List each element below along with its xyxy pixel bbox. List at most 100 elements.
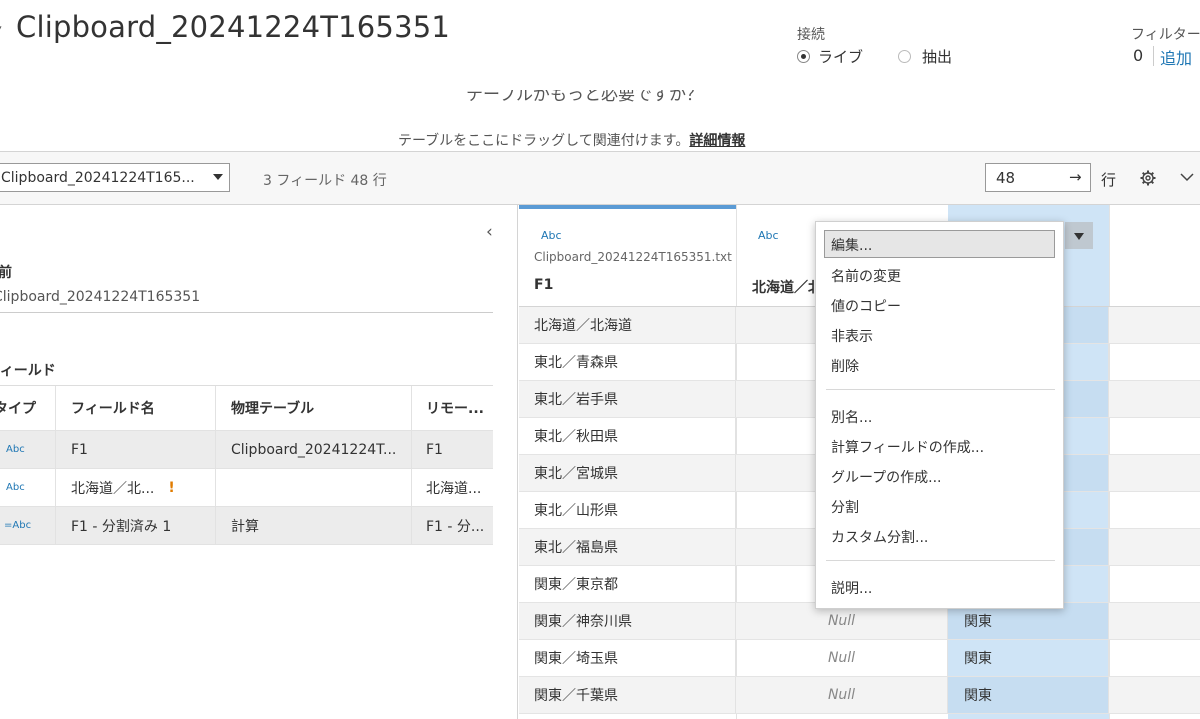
- string-type-icon[interactable]: Abc: [0, 482, 25, 493]
- column-highlight-bar: [519, 205, 736, 209]
- remote-name-cell: F1 - 分...: [426, 518, 485, 535]
- grid-cell[interactable]: 関東: [948, 640, 1109, 676]
- col-header-type[interactable]: タイプ: [0, 386, 56, 430]
- menu-separator: [826, 389, 1055, 390]
- column-name-hokkaido[interactable]: 北海道／北海道: [752, 277, 814, 297]
- fields-table: タイプ フィールド名 物理テーブル リモー... Abc F1 Clipboar…: [0, 385, 493, 545]
- string-type-icon[interactable]: Abc: [0, 444, 25, 455]
- title-menu-icon[interactable]: ▾: [0, 22, 6, 35]
- menu-item-edit[interactable]: 編集...: [824, 230, 1055, 258]
- extract-radio-button[interactable]: [898, 50, 911, 63]
- table-row[interactable]: Abc 北海道／北...! 北海道...: [0, 469, 493, 507]
- menu-item-description[interactable]: 説明...: [824, 573, 1055, 601]
- name-field-underline: [0, 312, 493, 313]
- field-name-cell[interactable]: F1 - 分割済み 1: [56, 507, 216, 544]
- data-source-title[interactable]: Clipboard_20241224T165351: [16, 10, 450, 44]
- type-cell[interactable]: Abc: [0, 431, 56, 468]
- physical-table-cell: Clipboard_20241224T...: [216, 431, 412, 468]
- table-row[interactable]: =Abc F1 - 分割済み 1 計算 F1 - 分...: [0, 507, 493, 545]
- table-row[interactable]: 関東／埼玉県 Null 関東: [519, 640, 1200, 677]
- grid-cell: [1109, 307, 1200, 343]
- chevron-down-icon[interactable]: [1180, 172, 1194, 182]
- calculated-string-type-icon[interactable]: =Abc: [0, 520, 31, 531]
- grid-cell[interactable]: Null: [736, 640, 948, 676]
- need-more-tables-text: テーブルがもっと必要ですか？: [466, 90, 703, 105]
- filter-count: 0: [1133, 46, 1144, 65]
- col-header-field-name[interactable]: フィールド名: [56, 386, 216, 430]
- live-radio-option[interactable]: ライブ: [797, 46, 863, 67]
- string-type-icon[interactable]: Abc: [541, 229, 562, 242]
- menu-item-create-calculated-field[interactable]: 計算フィールドの作成...: [824, 432, 1055, 460]
- table-select-dropdown[interactable]: Clipboard_20241224T165...: [0, 163, 230, 192]
- extract-radio-label[interactable]: 抽出: [922, 46, 952, 67]
- menu-item-rename[interactable]: 名前の変更: [824, 261, 1055, 289]
- grid-cell[interactable]: 東北／岩手県: [519, 381, 736, 417]
- learn-more-link[interactable]: 詳細情報: [689, 133, 745, 149]
- menu-item-split[interactable]: 分割: [824, 492, 1055, 520]
- rows-label: 行: [1101, 171, 1117, 189]
- fields-table-header: タイプ フィールド名 物理テーブル リモー...: [0, 386, 493, 431]
- grid-cell: [1109, 381, 1200, 417]
- string-type-icon[interactable]: Abc: [758, 229, 779, 242]
- field-name-text: 北海道／北...: [71, 480, 155, 497]
- grid-cell: [1109, 603, 1200, 639]
- dropdown-arrow-icon[interactable]: [213, 174, 223, 180]
- grid-cell: [1109, 492, 1200, 528]
- drag-hint: テーブルをここにドラッグして関連付けます。詳細情報: [398, 130, 745, 150]
- menu-item-hide[interactable]: 非表示: [824, 321, 1055, 349]
- grid-cell: [1109, 529, 1200, 565]
- grid-cell[interactable]: 関東／神奈川県: [519, 603, 736, 639]
- grid-cell[interactable]: 関東／東京都: [519, 566, 736, 602]
- drag-hint-text: テーブルをここにドラッグして関連付けます。: [398, 133, 690, 149]
- menu-item-alias[interactable]: 別名...: [824, 402, 1055, 430]
- table-row[interactable]: 関東／千葉県 Null 関東: [519, 677, 1200, 714]
- col-header-remote[interactable]: リモー...: [412, 386, 493, 430]
- menu-separator: [826, 560, 1055, 561]
- column-name-f1[interactable]: F1: [534, 277, 553, 293]
- grid-cell: [1109, 344, 1200, 380]
- column-context-menu: 編集... 名前の変更 値のコピー 非表示 削除 別名... 計算フィールドの作…: [815, 221, 1064, 609]
- field-row-count: 3 フィールド 48 行: [263, 173, 387, 189]
- physical-table-cell: 計算: [216, 507, 412, 544]
- menu-item-copy-values[interactable]: 値のコピー: [824, 291, 1055, 319]
- physical-table-cell: [216, 469, 412, 506]
- grid-cell[interactable]: 東北／青森県: [519, 344, 736, 380]
- remote-name-cell: F1: [426, 441, 443, 458]
- warning-icon: !: [168, 479, 175, 496]
- field-name-cell[interactable]: 北海道／北...!: [56, 469, 216, 506]
- grid-cell[interactable]: 東北／福島県: [519, 529, 736, 565]
- grid-cell: [1109, 566, 1200, 602]
- filter-divider: [1153, 46, 1154, 66]
- table-row[interactable]: Abc F1 Clipboard_20241224T... F1: [0, 431, 493, 469]
- connection-label: 接続: [797, 27, 825, 43]
- menu-item-custom-split[interactable]: カスタム分割...: [824, 522, 1055, 550]
- type-cell[interactable]: Abc: [0, 469, 56, 506]
- grid-cell[interactable]: 関東／千葉県: [519, 677, 736, 713]
- chevron-left-icon[interactable]: ‹: [486, 222, 493, 242]
- live-radio-label[interactable]: ライブ: [818, 46, 863, 67]
- grid-cell[interactable]: 関東／埼玉県: [519, 640, 736, 676]
- fields-label: フィールド: [0, 363, 56, 379]
- grid-cell: [1109, 677, 1200, 713]
- live-radio-button[interactable]: [797, 50, 810, 63]
- remote-name-cell: 北海道...: [426, 480, 482, 497]
- field-name-cell[interactable]: F1: [56, 431, 216, 468]
- menu-item-delete[interactable]: 削除: [824, 351, 1055, 379]
- name-label: 名前: [0, 265, 12, 281]
- column-menu-dropdown-button[interactable]: [1065, 222, 1093, 249]
- grid-cell[interactable]: Null: [736, 677, 948, 713]
- add-filter-link[interactable]: 追加: [1160, 45, 1192, 69]
- gear-icon[interactable]: [1140, 170, 1156, 186]
- grid-cell[interactable]: 東北／宮城県: [519, 455, 736, 491]
- grid-cell[interactable]: 北海道／北海道: [519, 307, 736, 343]
- grid-cell[interactable]: 東北／山形県: [519, 492, 736, 528]
- type-cell[interactable]: =Abc: [0, 507, 56, 544]
- apply-rows-arrow-icon[interactable]: →: [1069, 168, 1082, 186]
- grid-cell[interactable]: 東北／秋田県: [519, 418, 736, 454]
- col-header-physical-table[interactable]: 物理テーブル: [216, 386, 412, 430]
- extract-radio-option[interactable]: 抽出: [898, 46, 952, 67]
- menu-item-create-group[interactable]: グループの作成...: [824, 462, 1055, 490]
- filters-label: フィルター: [1131, 27, 1200, 43]
- name-field[interactable]: Clipboard_20241224T165351: [0, 289, 205, 305]
- grid-cell[interactable]: 関東: [948, 677, 1109, 713]
